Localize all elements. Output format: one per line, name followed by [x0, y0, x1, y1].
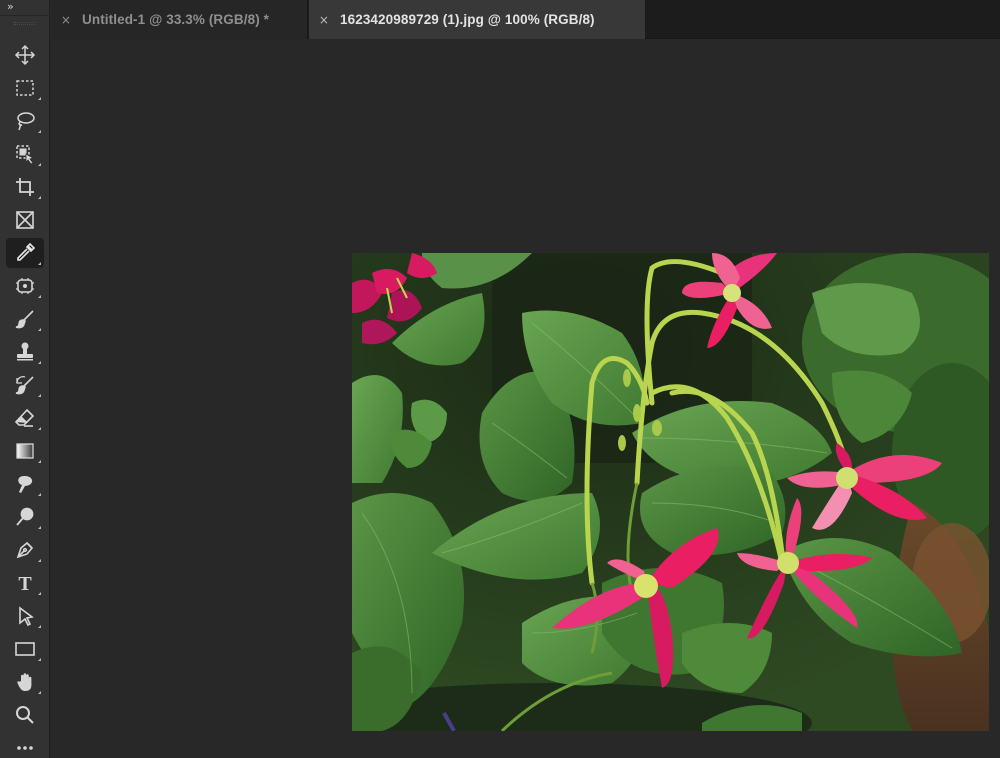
path-selection-tool[interactable] [6, 601, 44, 631]
svg-text:T: T [18, 573, 32, 595]
document-image[interactable] [352, 253, 989, 731]
crop-tool[interactable] [6, 172, 44, 202]
brush-tool[interactable] [6, 304, 44, 334]
photoshop-window: » T × Untitled-1 @ 33.3% (RGB/8) * × 162… [0, 0, 1000, 758]
object-selection-tool[interactable] [6, 139, 44, 169]
type-icon: T [18, 573, 32, 595]
rectangle-icon [15, 642, 35, 656]
pen-tool[interactable] [6, 535, 44, 565]
document-tab-bar: × Untitled-1 @ 33.3% (RGB/8) * × 1623420… [51, 0, 1000, 39]
hand-icon [17, 673, 32, 691]
eraser-icon [14, 408, 35, 427]
tab-photo-document[interactable]: × 1623420989729 (1).jpg @ 100% (RGB/8) [309, 0, 645, 39]
tab-label: Untitled-1 @ 33.3% (RGB/8) * [82, 12, 269, 27]
more-icon [17, 746, 33, 750]
collapse-panel-button[interactable]: » [0, 0, 50, 16]
flower-photo [352, 253, 989, 731]
eraser-tool[interactable] [6, 403, 44, 433]
hand-tool[interactable] [6, 667, 44, 697]
marquee-icon [16, 80, 34, 96]
move-icon [14, 44, 36, 66]
lasso-tool[interactable] [6, 106, 44, 136]
lasso-icon [17, 112, 35, 131]
zoom-icon [16, 706, 34, 724]
panel-grip[interactable] [14, 22, 36, 25]
rectangle-tool[interactable] [6, 634, 44, 664]
object-selection-icon [16, 145, 34, 165]
close-icon[interactable]: × [59, 13, 73, 27]
move-tool[interactable] [6, 40, 44, 70]
brush-icon [15, 310, 34, 329]
edit-toolbar[interactable] [6, 735, 44, 757]
dodge-tool[interactable] [6, 502, 44, 532]
frame-tool[interactable] [6, 205, 44, 235]
path-selection-icon [19, 606, 34, 627]
rectangular-marquee-tool[interactable] [6, 73, 44, 103]
close-icon[interactable]: × [317, 13, 331, 27]
dodge-icon [16, 507, 34, 526]
tools-panel: » T [0, 0, 50, 758]
blur-tool[interactable] [6, 469, 44, 499]
tab-label: 1623420989729 (1).jpg @ 100% (RGB/8) [340, 12, 595, 27]
document-canvas-area[interactable] [51, 40, 1000, 758]
gradient-tool[interactable] [6, 436, 44, 466]
zoom-tool[interactable] [6, 700, 44, 730]
blur-icon [18, 476, 33, 493]
pen-icon [16, 541, 34, 559]
gradient-icon [16, 443, 34, 459]
eyedropper-icon [17, 242, 36, 261]
crop-icon [16, 178, 34, 196]
history-brush-tool[interactable] [6, 370, 44, 400]
healing-icon [16, 278, 34, 294]
history-brush-icon [15, 376, 34, 395]
stamp-icon [17, 342, 33, 361]
clone-stamp-tool[interactable] [6, 337, 44, 367]
frame-icon [16, 211, 34, 229]
eyedropper-tool[interactable] [6, 238, 44, 268]
tab-untitled-1[interactable]: × Untitled-1 @ 33.3% (RGB/8) * [51, 0, 308, 39]
type-tool[interactable]: T [6, 568, 44, 598]
spot-healing-brush-tool[interactable] [6, 271, 44, 301]
